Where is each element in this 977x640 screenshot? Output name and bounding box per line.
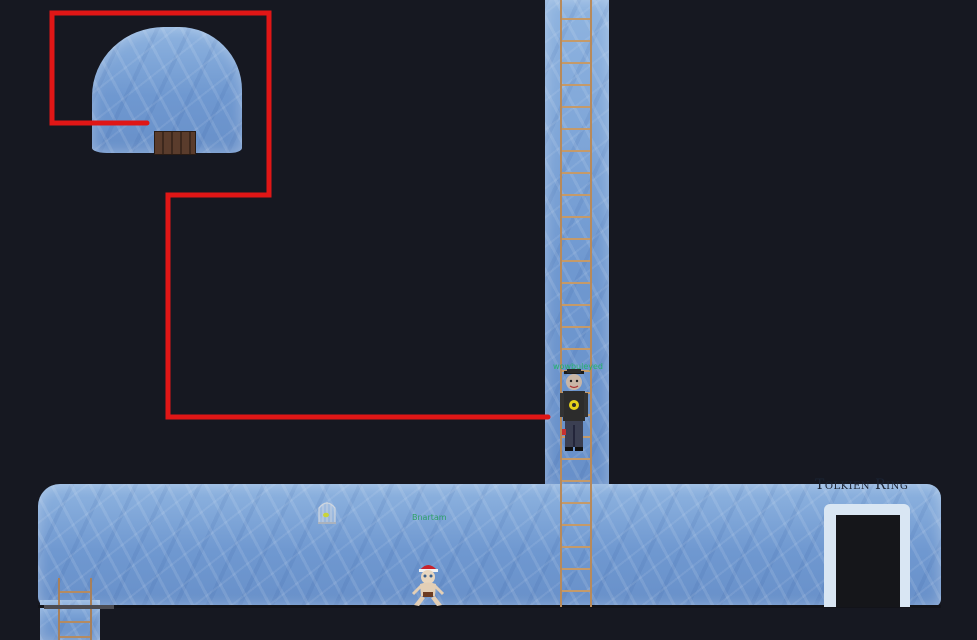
- birdcage-icon[interactable]: [316, 496, 338, 526]
- gollum-character[interactable]: [410, 562, 446, 608]
- small-ladder[interactable]: [58, 578, 92, 640]
- player-avatar[interactable]: [557, 369, 591, 455]
- player-name-label: wowbuleyed: [553, 362, 604, 371]
- wooden-door[interactable]: [154, 131, 196, 155]
- ice-floor-hall: [38, 484, 941, 607]
- lower-darkness: [100, 608, 977, 640]
- main-ladder[interactable]: [560, 0, 592, 607]
- ring-door-entrance[interactable]: [836, 515, 900, 607]
- npc-name-label: Bnartam: [412, 513, 447, 522]
- game-scene[interactable]: Tolkien Ring wowbuleyed Bnartam: [0, 0, 977, 640]
- location-sign: Tolkien Ring: [815, 477, 909, 493]
- small-ledge: [44, 605, 114, 609]
